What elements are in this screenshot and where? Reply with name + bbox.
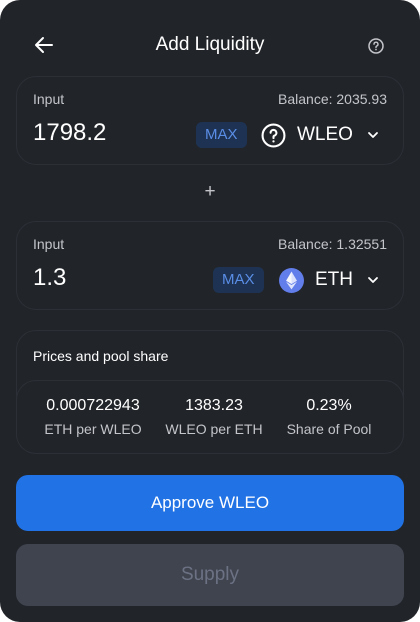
max-button[interactable]: MAX [196,122,247,148]
currency-input-panel-2: Input Balance: 1.32551 MAX ETH [16,221,404,310]
balance-text: Balance: 1.32551 [278,236,387,252]
help-icon[interactable] [366,36,386,56]
supply-button[interactable]: Supply [16,544,404,606]
price-item: 0.23% Share of Pool [269,397,389,437]
price-label: WLEO per ETH [165,421,263,437]
balance-text: Balance: 2035.93 [278,91,387,107]
price-value: 0.23% [306,397,352,414]
max-button[interactable]: MAX [213,267,264,293]
price-label: ETH per WLEO [44,421,142,437]
amount-input[interactable] [33,264,193,292]
chevron-down-icon [368,277,378,283]
token-name: ETH [315,269,353,290]
token-selector[interactable]: ETH [279,265,379,295]
header: Add Liquidity [0,24,420,68]
add-liquidity-card: Add Liquidity Input Balance: 2035.93 MAX… [0,0,420,622]
price-item: 0.000722943 ETH per WLEO [33,397,153,437]
currency-input-panel-1: Input Balance: 2035.93 MAX WLEO [16,76,404,165]
prices-title: Prices and pool share [33,348,169,364]
price-value: 1383.23 [185,397,243,414]
price-value: 0.000722943 [46,397,140,414]
plus-icon: + [204,181,216,202]
input-label: Input [33,91,65,107]
chevron-down-icon [368,132,378,138]
token-selector[interactable]: WLEO [261,120,379,150]
approve-button[interactable]: Approve WLEO [16,475,404,531]
input-label: Input [33,236,65,252]
eth-icon [279,267,304,293]
token-name: WLEO [297,124,353,145]
price-item: 1383.23 WLEO per ETH [154,397,274,437]
prices-grid: 0.000722943 ETH per WLEO 1383.23 WLEO pe… [16,380,404,454]
question-circle-icon [261,123,286,147]
amount-input[interactable] [33,119,193,147]
price-label: Share of Pool [286,421,372,437]
page-title: Add Liquidity [155,34,265,55]
prices-and-pool-share: Prices and pool share 0.000722943 ETH pe… [16,330,404,454]
